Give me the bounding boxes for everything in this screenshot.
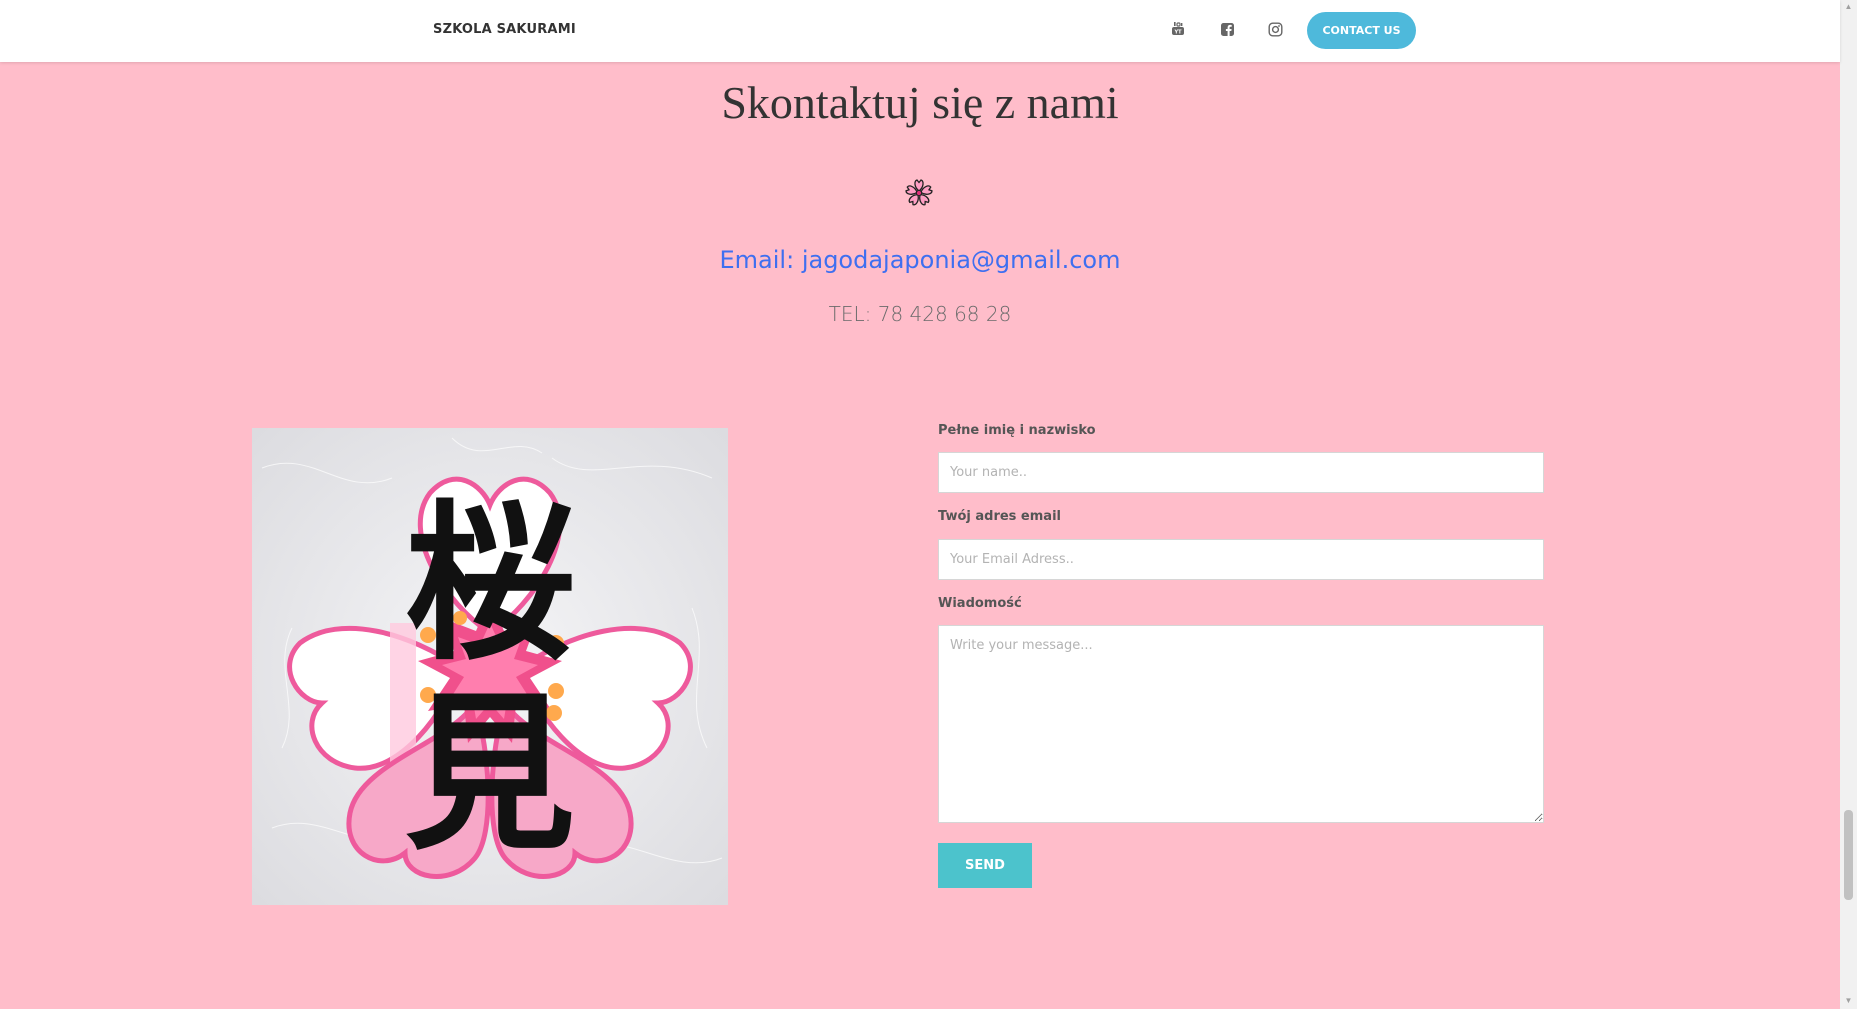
scroll-down-arrow-icon[interactable]: ▼ <box>1844 996 1853 1006</box>
page-scrollbar[interactable]: ▲ ▼ <box>1840 0 1857 1009</box>
send-button[interactable]: SEND <box>938 843 1032 888</box>
name-label: Pełne imię i nazwisko <box>938 423 1096 438</box>
page-title: Skontaktuj się z nami <box>721 77 1119 128</box>
name-input[interactable] <box>938 452 1544 493</box>
svg-text:YT: YT <box>1173 30 1182 36</box>
kanji-sakura: 桜 <box>405 486 575 684</box>
email-link[interactable]: Email: jagodajaponia@gmail.com <box>0 246 1840 274</box>
message-textarea[interactable] <box>938 625 1544 823</box>
scroll-thumb[interactable] <box>1844 810 1853 900</box>
cherry-blossom-icon <box>904 178 934 208</box>
email-input[interactable] <box>938 539 1544 580</box>
brand-name[interactable]: SZKOLA SAKURAMI <box>433 22 576 37</box>
email-label: Twój adres email <box>938 509 1061 524</box>
contact-us-button[interactable]: CONTACT US <box>1307 12 1416 49</box>
kanji-mi: 見 <box>405 676 575 874</box>
phone-number: TEL: 78 428 68 28 <box>828 302 1012 326</box>
site-header: SZKOLA SAKURAMI YT CONTACT US <box>0 0 1840 62</box>
sakura-logo-image: 桜 見 <box>252 428 728 905</box>
instagram-icon[interactable] <box>1266 20 1284 38</box>
message-label: Wiadomość <box>938 596 1022 611</box>
scroll-up-arrow-icon[interactable]: ▲ <box>1844 2 1853 12</box>
youtube-icon[interactable]: YT <box>1169 20 1187 38</box>
facebook-icon[interactable] <box>1218 20 1236 38</box>
